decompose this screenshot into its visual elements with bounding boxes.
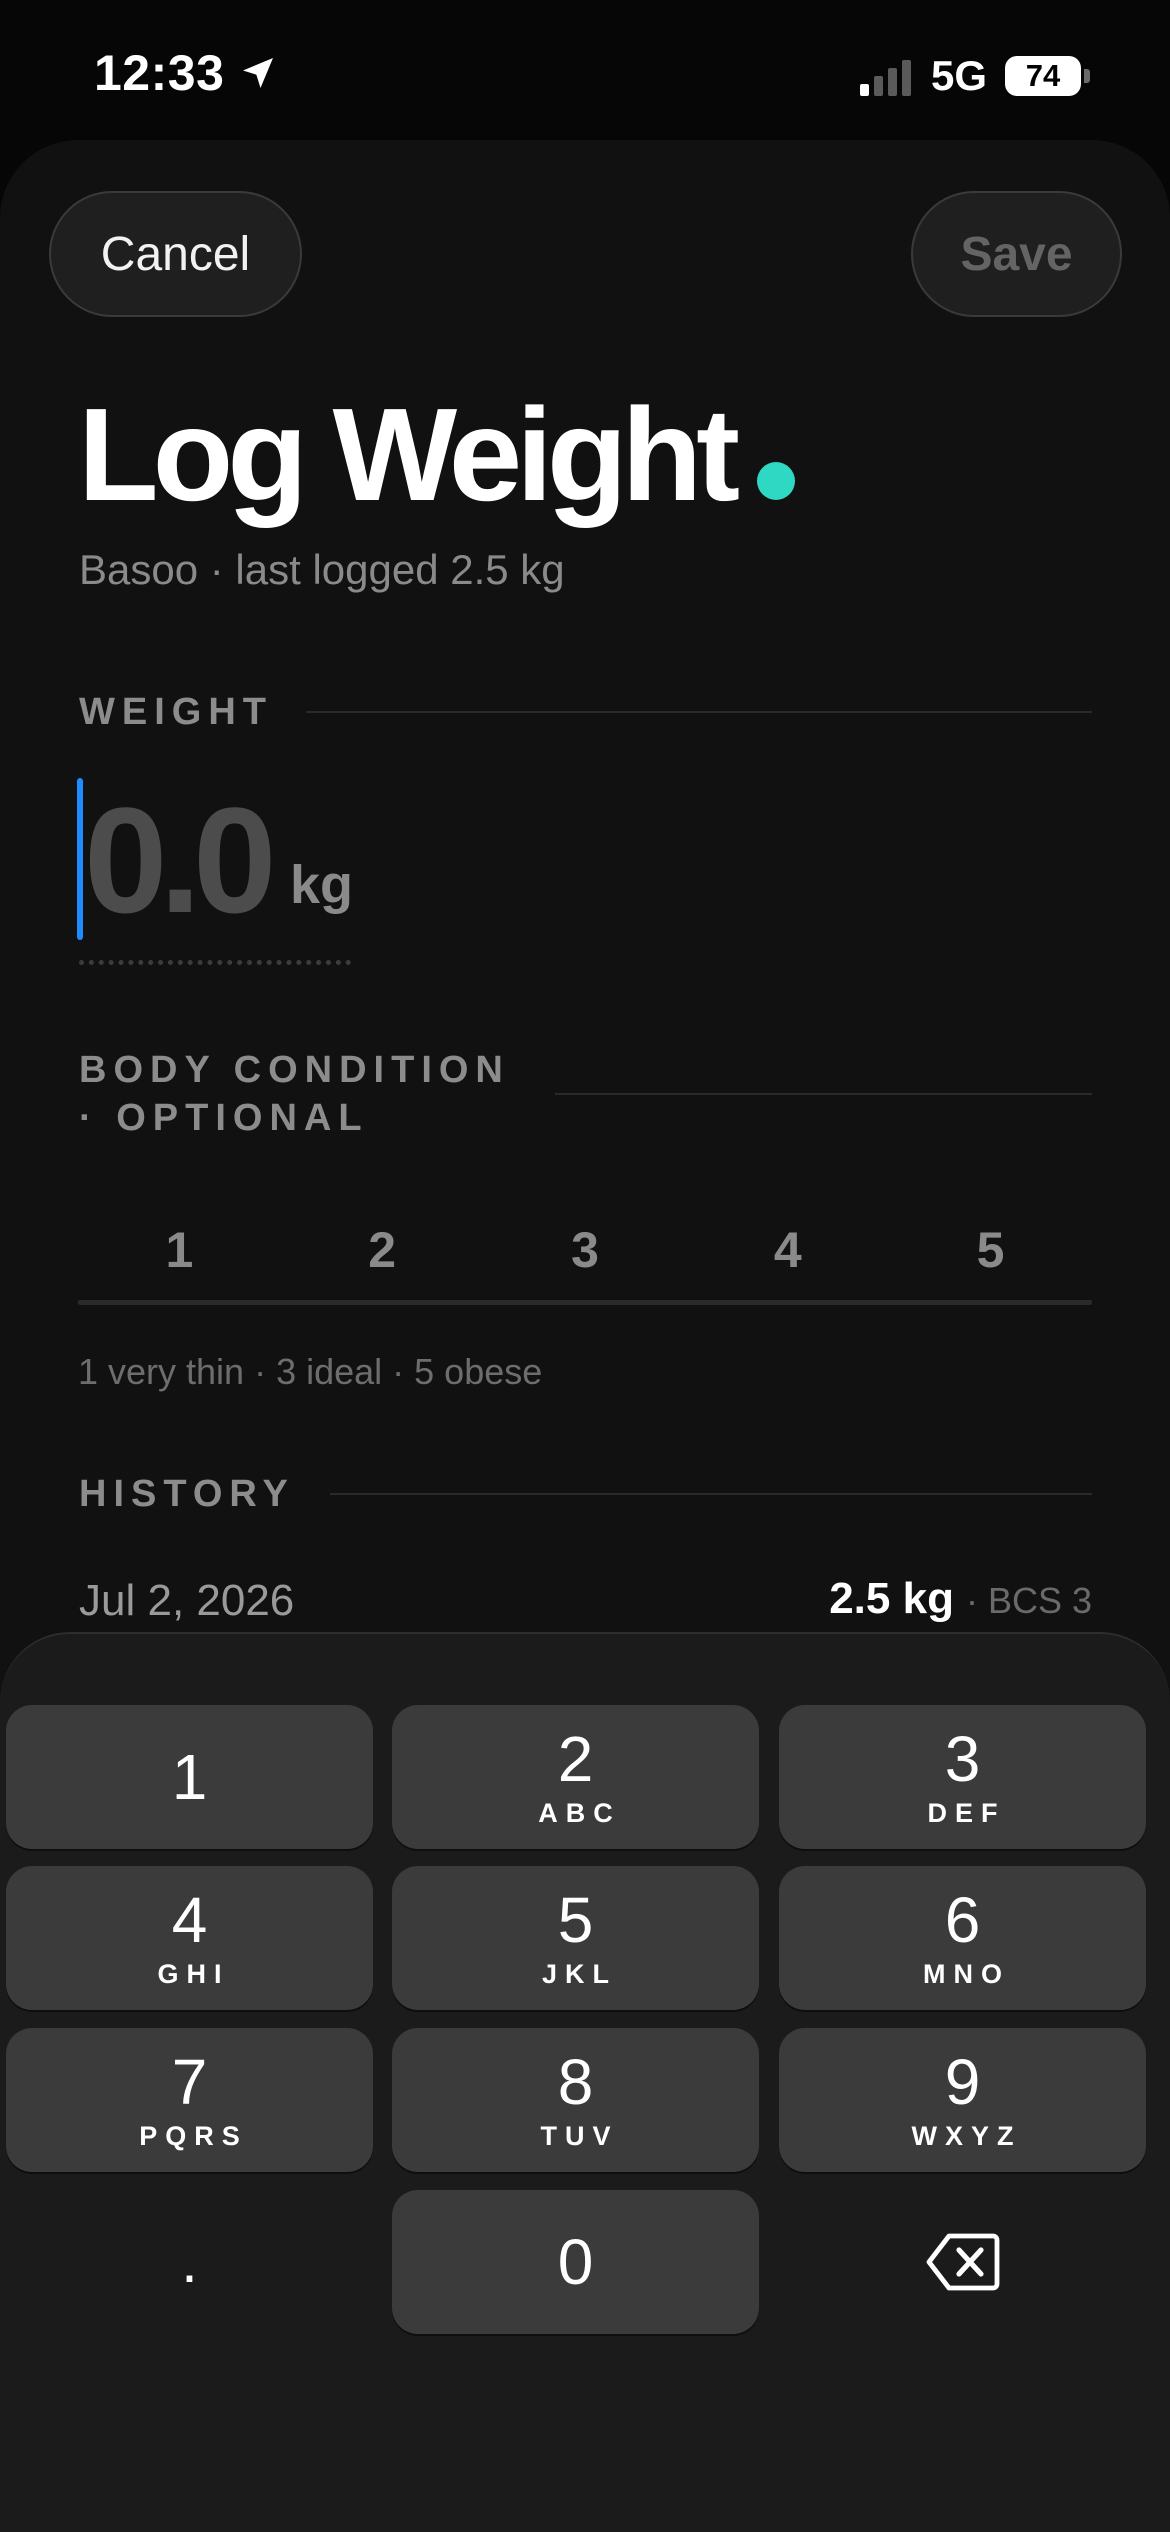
body-condition-label-line1: BODY CONDITION [79, 1049, 510, 1091]
bcs-option-3[interactable]: 3 [484, 1205, 687, 1295]
cancel-button[interactable]: Cancel [49, 191, 302, 317]
status-indicators: 5G 74 [859, 52, 1090, 100]
key-3-digit: 3 [944, 1722, 981, 1795]
weight-section-label: WEIGHT [79, 691, 273, 733]
battery-level: 74 [1025, 58, 1061, 93]
battery-tip [1084, 69, 1090, 83]
history-section-label: HISTORY [79, 1473, 295, 1515]
delete-key[interactable] [779, 2190, 1146, 2334]
cellular-signal-icon [859, 56, 911, 96]
key-7-letters: PQRS [139, 2120, 248, 2151]
key-5-letters: JKL [541, 1958, 617, 1989]
key-5[interactable]: 5 JKL [392, 1866, 759, 2010]
key-9-letters: WXYZ [911, 2120, 1022, 2151]
key-0[interactable]: 0 [392, 2190, 759, 2334]
bcs-option-5[interactable]: 5 [889, 1205, 1092, 1295]
status-time: 12:33 [94, 44, 278, 102]
key-3[interactable]: 3 DEF [779, 1705, 1146, 1849]
key-8-letters: TUV [540, 2120, 619, 2151]
key-0-digit: 0 [557, 2226, 594, 2298]
key-4[interactable]: 4 GHI [6, 1866, 373, 2010]
history-entry-weight: 2.5 kg [829, 1574, 954, 1623]
key-9[interactable]: 9 WXYZ [779, 2028, 1146, 2172]
key-decimal-digit: . [181, 2228, 198, 2295]
history-entry-values: 2.5 kg · BCS 3 [829, 1574, 1092, 1624]
status-time-text: 12:33 [94, 45, 225, 101]
bcs-track [78, 1300, 1092, 1305]
weight-section-divider [306, 711, 1092, 713]
save-button[interactable]: Save [911, 191, 1122, 317]
body-condition-label-line2: · OPTIONAL [79, 1097, 369, 1139]
key-1-digit: 1 [171, 1741, 208, 1813]
history-entry-bcs: · BCS 3 [965, 1580, 1092, 1621]
key-6-digit: 6 [944, 1883, 981, 1956]
key-4-letters: GHI [157, 1958, 230, 1989]
key-6-letters: MNO [923, 1958, 1010, 1989]
bcs-hint: 1 very thin · 3 ideal · 5 obese [78, 1351, 543, 1392]
key-9-digit: 9 [944, 2045, 981, 2118]
bcs-option-4[interactable]: 4 [686, 1205, 889, 1295]
weight-unit: kg [290, 855, 354, 915]
bcs-option-2[interactable]: 2 [281, 1205, 484, 1295]
key-2[interactable]: 2 ABC [392, 1705, 759, 1849]
bcs-option-1[interactable]: 1 [78, 1205, 281, 1295]
accent-dot-icon [757, 462, 795, 500]
body-condition-section-label: BODY CONDITION · OPTIONAL [79, 1046, 510, 1142]
network-type: 5G [930, 52, 987, 99]
history-section-divider [330, 1493, 1092, 1495]
key-7-digit: 7 [171, 2045, 208, 2118]
key-6[interactable]: 6 MNO [779, 1866, 1146, 2010]
backspace-icon [926, 2233, 999, 2291]
location-arrow-icon [243, 58, 274, 88]
key-5-digit: 5 [557, 1883, 594, 1956]
body-condition-selector: 1 2 3 4 5 [78, 1205, 1092, 1295]
key-2-letters: ABC [538, 1797, 621, 1828]
weight-input[interactable]: 0.0 [84, 780, 277, 940]
key-4-digit: 4 [171, 1883, 208, 1956]
history-entry-date: Jul 2, 2026 [79, 1576, 295, 1625]
weight-input-underline [79, 960, 351, 965]
page-subtitle: Basoo · last logged 2.5 kg [79, 546, 565, 593]
body-condition-divider [555, 1093, 1092, 1095]
key-8[interactable]: 8 TUV [392, 2028, 759, 2172]
key-8-digit: 8 [557, 2045, 594, 2118]
key-decimal[interactable]: . [6, 2190, 373, 2334]
key-2-digit: 2 [557, 1722, 594, 1795]
key-1[interactable]: 1 [6, 1705, 373, 1849]
battery-icon: 74 [1005, 56, 1081, 96]
key-7[interactable]: 7 PQRS [6, 2028, 373, 2172]
page-title: Log Weight [78, 381, 740, 528]
key-3-letters: DEF [927, 1797, 1006, 1828]
text-cursor [77, 778, 83, 940]
